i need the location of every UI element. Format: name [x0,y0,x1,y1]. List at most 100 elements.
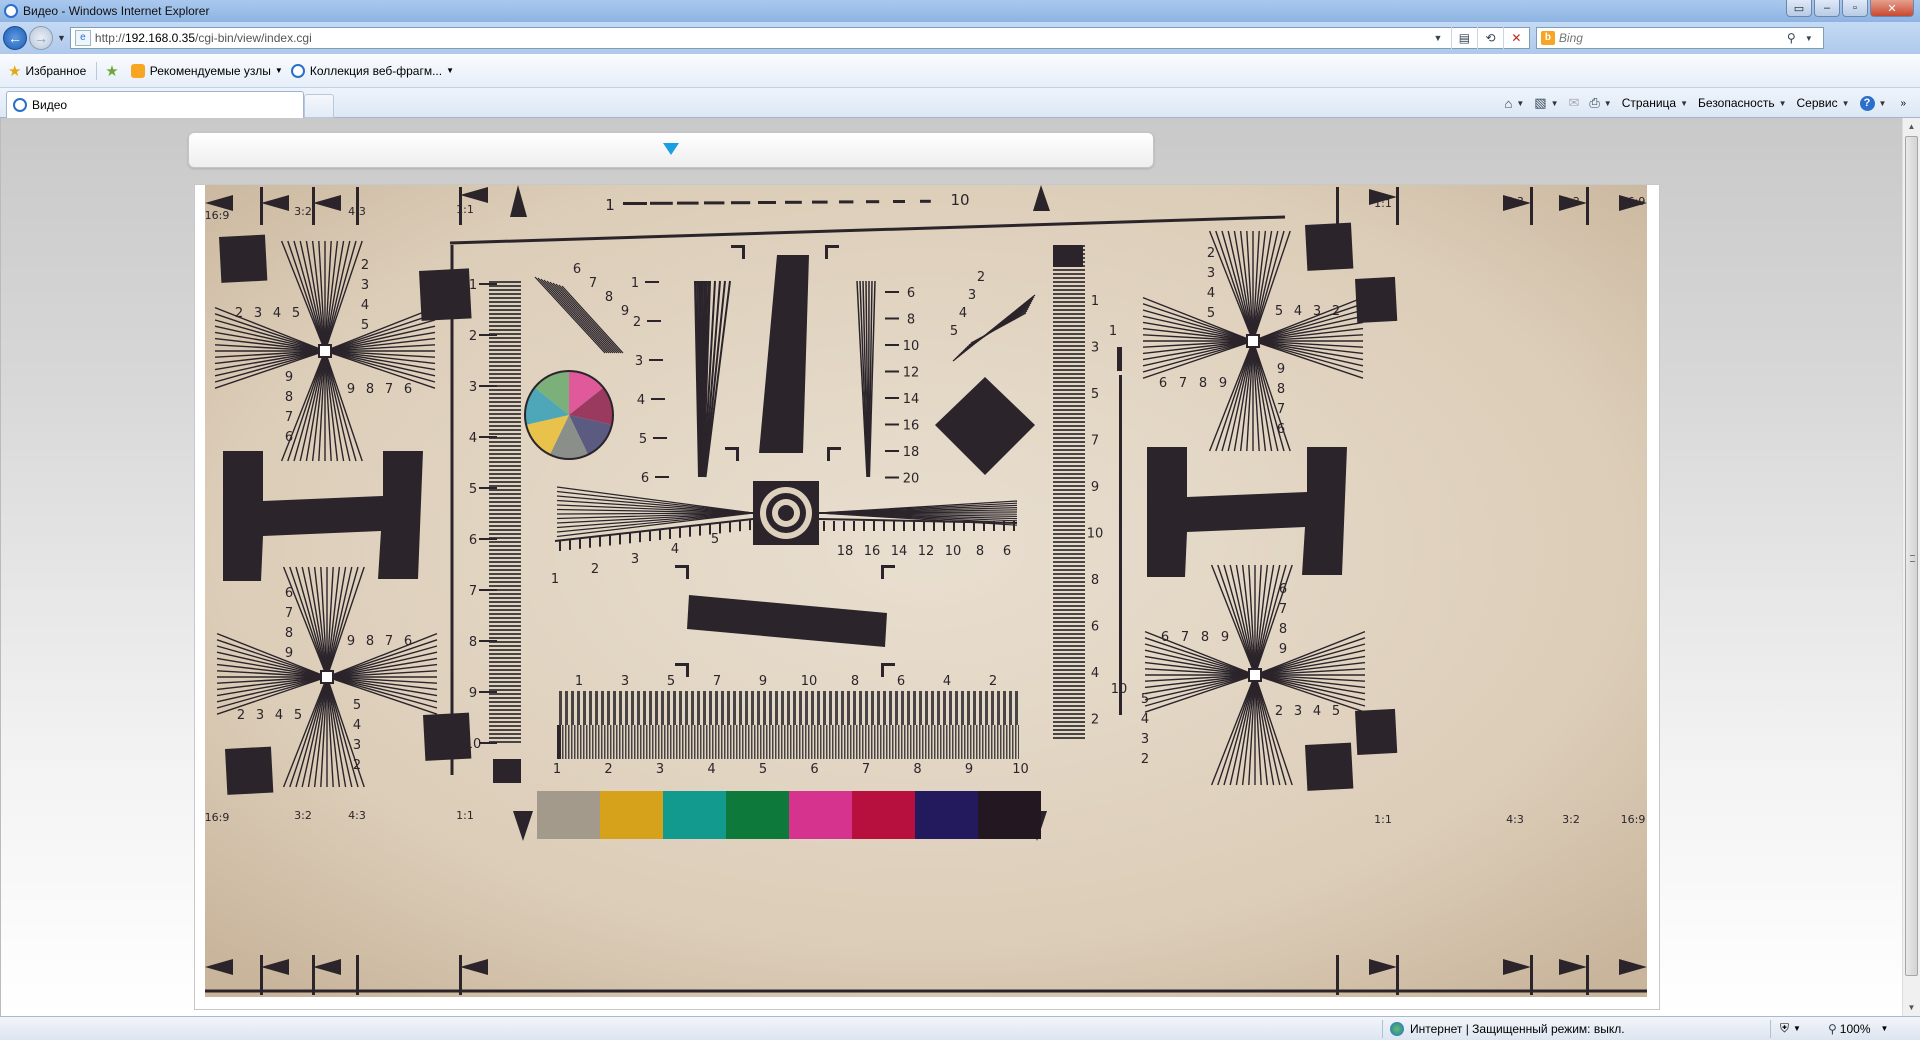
star-number: 3 [1294,704,1302,719]
stop-icon[interactable]: ✕ [1502,27,1529,49]
horizontal-scale-number: 16 [864,544,881,559]
right-scale-number: 1 [1091,294,1099,309]
horizontal-scale-tick [983,521,985,531]
chevron-down-icon: ▼ [1878,98,1887,108]
address-bar[interactable]: e http://192.168.0.35/cgi-bin/view/index… [69,27,1530,49]
add-favorites-button[interactable]: ★ [105,62,122,80]
chevron-down-icon[interactable]: ▼ [1516,99,1524,108]
history-dropdown[interactable]: ▼ [57,33,66,43]
bottom-scale-number: 1 [575,674,583,689]
forward-button[interactable]: → [29,26,53,50]
horizontal-scale-tick [913,521,915,531]
close-button[interactable]: ✕ [1870,0,1914,17]
video-frame: 1 10 16:9 3:2 4:3 1:1 16:9 3:2 4:3 1:1 16:9 3:2 4:3 1… [194,184,1660,1010]
aspect-label: 1:1 [1374,197,1392,210]
tab-video[interactable]: Видео [6,91,304,118]
favorites-label: Избранное [25,63,87,78]
security-zone[interactable]: Интернет | Защищенный режим: выкл. [1390,1021,1625,1036]
search-dropdown-icon[interactable]: ▼ [1805,34,1823,43]
protected-mode-button[interactable]: ⛨ ▼ [1780,1021,1801,1036]
star-number: 4 [1294,304,1302,319]
refresh-icon[interactable]: ⟲ [1476,27,1503,49]
top-scale-dash [893,200,905,203]
chevron-down-icon[interactable]: ▼ [1551,99,1559,108]
help-menu[interactable]: ? ▼ [1859,95,1887,111]
video-stream[interactable]: 1 10 16:9 3:2 4:3 1:1 16:9 3:2 4:3 1:1 16:9 3:2 4:3 1… [205,185,1647,997]
scroll-up-icon[interactable]: ▲ [1903,118,1920,135]
horizontal-scale-tick [873,521,875,531]
chevron-down-icon[interactable]: ▼ [1604,99,1612,108]
left-scale-tick [479,691,497,693]
horizontal-scale-tick [629,533,631,544]
star-number: 9 [1221,630,1229,645]
star-number: 9 [347,634,355,649]
star-center [320,670,334,684]
fav-item-suggested[interactable]: Рекомендуемые узлы ▼ [130,63,283,78]
left-scale-tick [479,487,497,489]
right-extra-number: 10 [1111,682,1128,697]
fav-item-webslice[interactable]: Коллекция веб-фрагм... ▼ [290,63,454,78]
star-number: 6 [404,382,412,397]
bracket-mark [736,447,739,461]
home-button[interactable]: ⌂ ▼ [1504,96,1524,111]
wedge-tick [885,291,899,293]
star-number: 7 [1277,402,1285,417]
corner-tick [1586,187,1589,225]
right-scale-number: 5 [1091,387,1099,402]
mail-button[interactable]: ✉ [1568,95,1579,111]
tools-menu[interactable]: Сервис ▼ [1797,96,1850,110]
maximize-button[interactable]: ▫ [1842,0,1868,17]
bottom-scale-number: 10 [1012,762,1029,777]
search-box[interactable]: b ⚲ ▼ [1535,27,1824,49]
corner-tick [459,187,462,225]
scroll-thumb[interactable] [1905,136,1918,976]
vertical-scrollbar[interactable]: ▲ ▼ [1902,118,1920,1016]
page-menu[interactable]: Страница ▼ [1622,96,1688,110]
bracket-mark [686,565,689,579]
expand-arrow-icon[interactable] [663,143,679,155]
star-number: 5 [292,306,300,321]
star-number: 9 [285,370,293,385]
back-button[interactable]: ← [3,26,27,50]
scroll-down-icon[interactable]: ▼ [1903,999,1920,1016]
feeds-button[interactable]: ▧ ▼ [1534,95,1558,111]
minimize-button[interactable]: ‒ [1814,0,1840,17]
horizontal-scale-number: 8 [976,544,984,559]
star-number: 6 [285,586,293,601]
wedge-number: 2 [633,315,641,330]
search-icon[interactable]: ⚲ [1787,31,1805,45]
horizontal-scale-tick [953,521,955,531]
corner-tick [356,955,359,995]
print-button[interactable]: ⎙ ▼ [1589,95,1611,111]
compat-view-icon[interactable]: ▤ [1450,27,1477,49]
bottom-scale-number: 5 [759,762,767,777]
chevron-down-icon: ▼ [274,66,283,75]
favorites-button[interactable]: ★ Избранное [8,62,86,80]
wedge-number: 20 [903,472,920,487]
star-center [1246,334,1260,348]
address-dropdown-icon[interactable]: ▼ [1425,27,1451,49]
url-path: /cgi-bin/view/index.cgi [195,31,312,45]
left-scale-tick [479,385,497,387]
safety-menu[interactable]: Безопасность ▼ [1698,96,1786,110]
address-url[interactable]: http://192.168.0.35/cgi-bin/view/index.c… [95,31,1425,45]
corner-tick [1530,187,1533,225]
color-bar [663,791,726,839]
corner-tick [312,187,315,225]
compat-icon[interactable]: ▭ [1786,0,1812,17]
command-overflow-icon[interactable]: » [1900,98,1906,109]
fan-number: 8 [605,290,613,305]
star-number: 3 [1313,304,1321,319]
horizontal-scale-tick [943,521,945,531]
wedge-number: 4 [637,393,645,408]
star-number: 5 [294,708,302,723]
new-tab-button[interactable] [304,94,334,118]
top-scale-dash [623,202,647,205]
star-number: 6 [404,634,412,649]
star-number: 8 [366,634,374,649]
search-input[interactable] [1558,31,1787,45]
star-number: 5 [1207,306,1215,321]
zoom-button[interactable]: ⚲ 100% ▼ [1828,1022,1888,1036]
ptz-control-panel[interactable] [188,132,1154,168]
horizontal-scale-tick [689,526,691,537]
